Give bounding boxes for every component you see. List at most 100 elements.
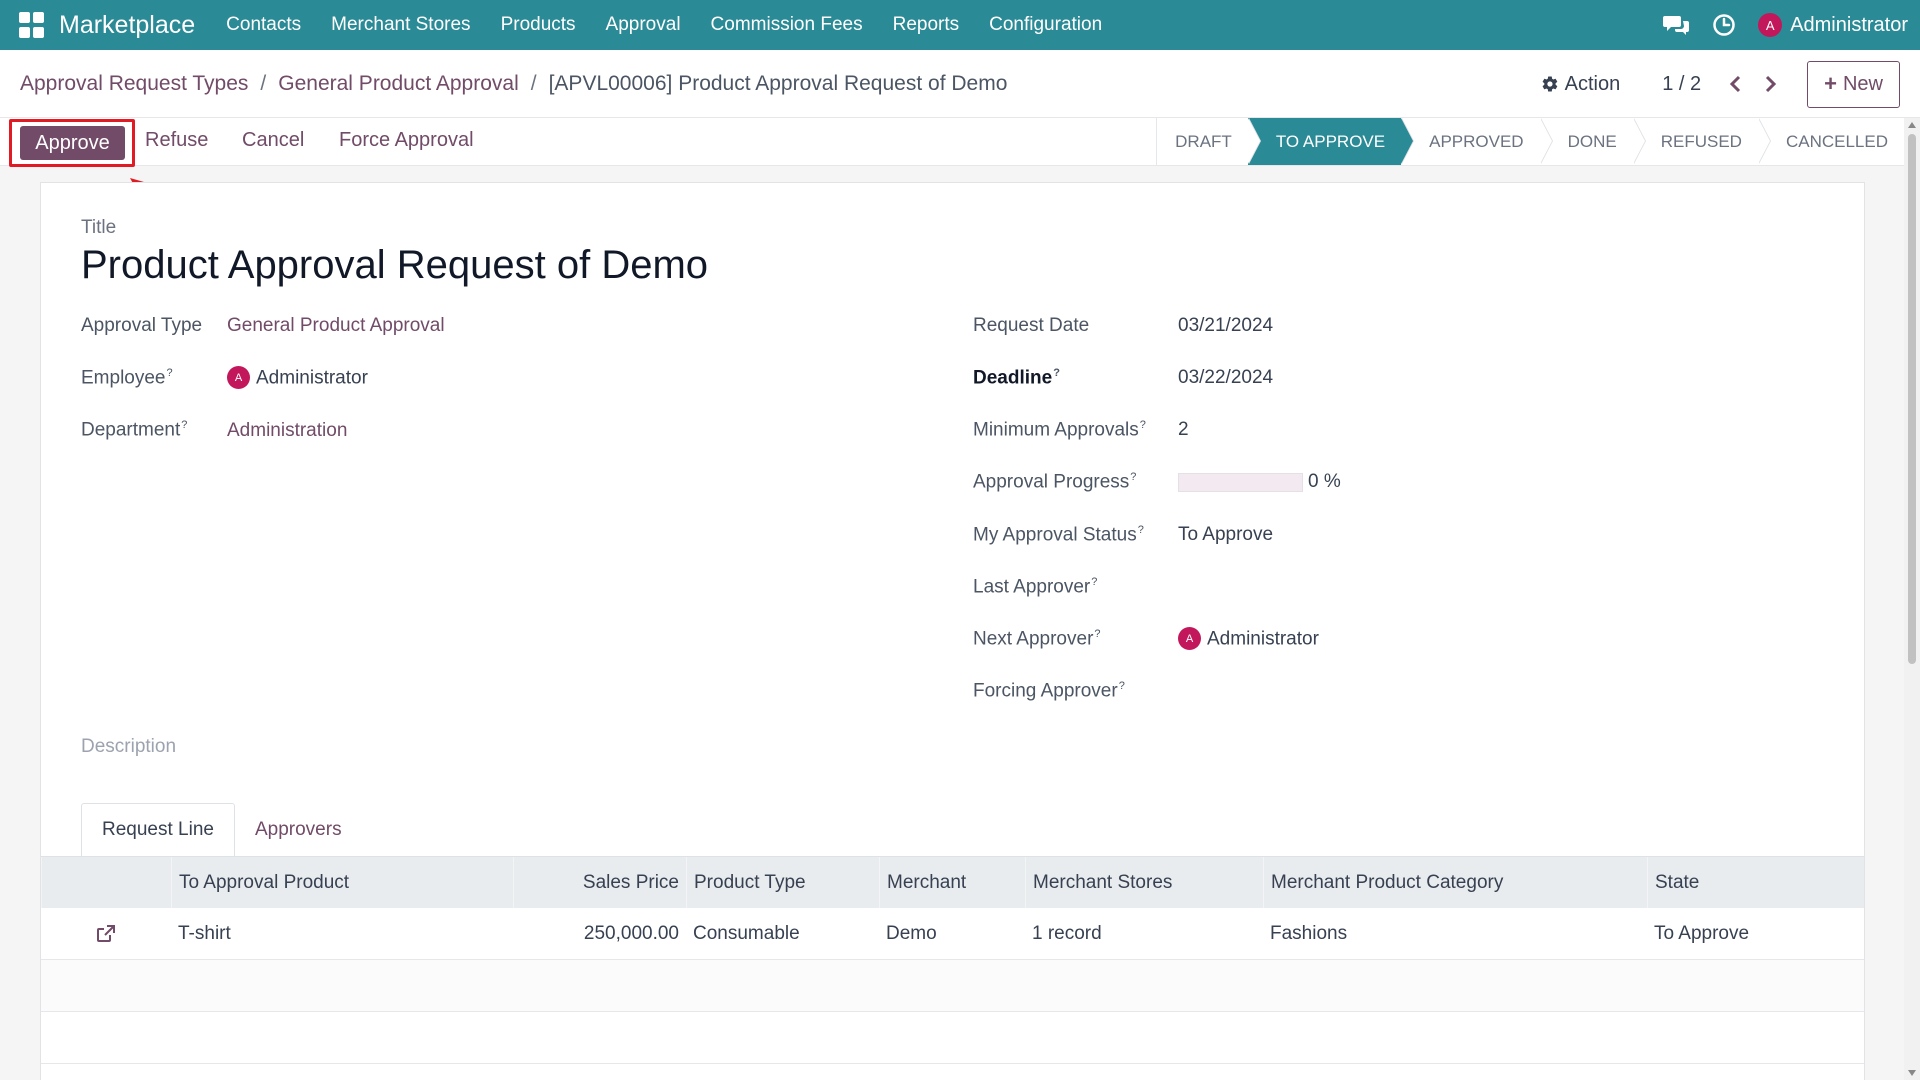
refuse-button[interactable]: Refuse [145, 129, 208, 152]
user-avatar[interactable]: A [1758, 13, 1783, 37]
breadcrumb-general-product-approval[interactable]: General Product Approval [278, 72, 518, 96]
minimum-approvals-value[interactable]: 2 [1178, 419, 1189, 441]
stage-approved[interactable]: APPROVED [1401, 118, 1554, 165]
table-header: To Approval Product Sales Price Product … [41, 856, 1864, 908]
column-header-merchant-stores[interactable]: Merchant Stores [1025, 857, 1263, 908]
menu-contacts[interactable]: Contacts [211, 14, 316, 36]
table-row[interactable]: T-shirt 250,000.00 Consumable Demo 1 rec… [41, 908, 1864, 960]
scroll-thumb[interactable] [1908, 134, 1916, 664]
next-approver-name: Administrator [1207, 628, 1319, 650]
menu-commission-fees[interactable]: Commission Fees [696, 14, 878, 36]
approval-progress-value: 0 % [1308, 471, 1341, 492]
next-approver-avatar: A [1178, 627, 1201, 650]
my-approval-status-label: My Approval Status? [973, 524, 1144, 546]
column-header-sales-price[interactable]: Sales Price [513, 857, 686, 908]
menu-products[interactable]: Products [486, 14, 591, 36]
help-tooltip-icon[interactable]: ? [1091, 576, 1097, 588]
clock-icon[interactable] [1712, 13, 1736, 37]
employee-value[interactable]: A Administrator [227, 366, 368, 390]
help-tooltip-icon[interactable]: ? [1119, 680, 1125, 692]
column-header-merchant[interactable]: Merchant [879, 857, 1025, 908]
empty-row [41, 960, 1864, 1012]
chevron-right-icon [1766, 75, 1777, 93]
next-approver-label: Next Approver? [973, 628, 1101, 650]
last-approver-label: Last Approver? [973, 576, 1098, 598]
menu-reports[interactable]: Reports [878, 14, 975, 36]
my-approval-status-value: To Approve [1178, 524, 1274, 545]
pager-previous-button[interactable] [1719, 67, 1753, 101]
deadline-label: Deadline? [973, 367, 1060, 389]
notebook-tabs: Request Line Approvers [81, 803, 362, 857]
description-placeholder[interactable]: Description [81, 736, 176, 758]
help-tooltip-icon[interactable]: ? [1053, 367, 1060, 379]
deadline-value[interactable]: 03/22/2024 [1178, 367, 1273, 389]
stage-to-approve[interactable]: TO APPROVE [1247, 118, 1415, 165]
force-approval-button[interactable]: Force Approval [339, 129, 474, 152]
column-header-merchant-product-category[interactable]: Merchant Product Category [1263, 857, 1647, 908]
stage-pipeline: DRAFT TO APPROVE APPROVED DONE REFUSED C… [1156, 118, 1904, 165]
user-menu[interactable]: Administrator [1790, 14, 1908, 37]
open-record-icon[interactable] [41, 908, 171, 959]
form-sheet: Title Product Approval Request of Demo A… [40, 182, 1865, 1080]
stage-refused[interactable]: REFUSED [1633, 118, 1772, 165]
cancel-button[interactable]: Cancel [242, 129, 304, 152]
navbar-systray: A Administrator [1662, 0, 1908, 50]
next-approver-value[interactable]: A Administrator [1178, 627, 1319, 651]
scroll-down-icon[interactable] [1908, 1070, 1916, 1076]
stage-draft[interactable]: DRAFT [1157, 118, 1261, 165]
approval-progress-bar [1178, 473, 1303, 492]
column-header-open [41, 857, 171, 908]
cell-merchant-stores: 1 record [1032, 922, 1102, 944]
menu-approval[interactable]: Approval [591, 14, 696, 36]
scroll-up-icon[interactable] [1908, 122, 1916, 128]
employee-name: Administrator [256, 367, 368, 389]
chevron-left-icon [1730, 75, 1741, 93]
cell-product-type: Consumable [693, 922, 800, 944]
action-menu-button[interactable]: Action [1541, 72, 1621, 96]
column-header-product[interactable]: To Approval Product [171, 857, 513, 908]
chat-icon[interactable] [1662, 13, 1690, 37]
help-tooltip-icon[interactable]: ? [1140, 419, 1146, 431]
help-tooltip-icon[interactable]: ? [1130, 471, 1136, 483]
tab-request-line[interactable]: Request Line [81, 803, 235, 857]
breadcrumb-approval-request-types[interactable]: Approval Request Types [20, 72, 248, 96]
pager-next-button[interactable] [1753, 67, 1787, 101]
column-header-state[interactable]: State [1647, 857, 1864, 908]
stage-cancelled[interactable]: CANCELLED [1758, 118, 1904, 165]
cell-sales-price: 250,000.00 [583, 922, 679, 944]
forcing-approver-label: Forcing Approver? [973, 680, 1125, 702]
app-brand[interactable]: Marketplace [59, 11, 195, 40]
cell-merchant-product-category: Fashions [1270, 922, 1348, 944]
title-field[interactable]: Product Approval Request of Demo [81, 243, 708, 288]
menu-merchant-stores[interactable]: Merchant Stores [316, 14, 485, 36]
breadcrumb: Approval Request Types / General Product… [20, 72, 1007, 96]
department-label: Department? [81, 419, 188, 441]
control-panel-right: Action 1 / 2 + New [1541, 60, 1900, 108]
approve-button[interactable]: Approve [20, 126, 125, 160]
employee-label: Employee? [81, 367, 173, 389]
request-date-value[interactable]: 03/21/2024 [1178, 315, 1273, 337]
gear-icon [1542, 76, 1557, 92]
tab-approvers[interactable]: Approvers [235, 803, 362, 857]
stage-done[interactable]: DONE [1540, 118, 1646, 165]
menu-configuration[interactable]: Configuration [974, 14, 1117, 36]
control-panel: Approval Request Types / General Product… [0, 50, 1920, 118]
help-tooltip-icon[interactable]: ? [167, 367, 173, 379]
apps-grid-icon[interactable] [19, 12, 45, 38]
help-tooltip-icon[interactable]: ? [1094, 628, 1100, 640]
department-value[interactable]: Administration [227, 420, 347, 442]
column-header-product-type[interactable]: Product Type [686, 857, 879, 908]
approval-type-value[interactable]: General Product Approval [227, 315, 445, 337]
breadcrumb-separator: / [260, 72, 267, 95]
approval-progress-label: Approval Progress? [973, 471, 1137, 493]
breadcrumb-separator: / [530, 72, 537, 95]
vertical-scrollbar[interactable] [1904, 118, 1920, 1080]
empty-row [41, 1012, 1864, 1064]
help-tooltip-icon[interactable]: ? [1138, 524, 1144, 536]
new-button[interactable]: + New [1807, 60, 1900, 108]
pager-value[interactable]: 1 / 2 [1662, 73, 1701, 96]
new-button-label: New [1842, 72, 1883, 95]
help-tooltip-icon[interactable]: ? [181, 419, 187, 431]
action-label: Action [1564, 72, 1621, 95]
approval-type-label: Approval Type [81, 315, 203, 336]
